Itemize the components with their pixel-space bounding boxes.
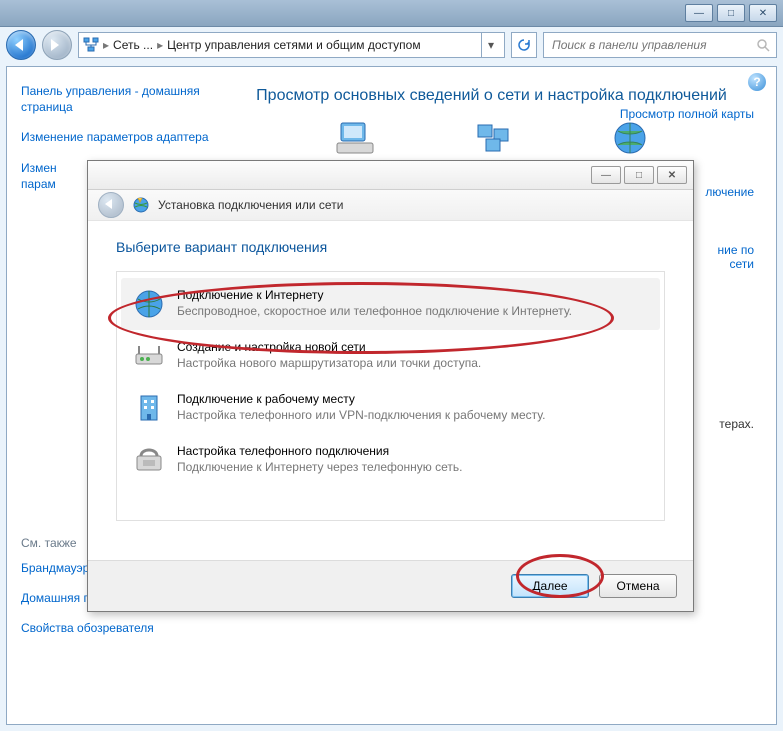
search-icon [756, 38, 770, 52]
option-subtitle: Беспроводное, скоростное или телефонное … [177, 304, 572, 318]
nav-forward-button[interactable] [42, 30, 72, 60]
wizard-dialog: — □ ✕ Установка подключения или сети Выб… [87, 160, 694, 612]
parent-close-button[interactable]: ✕ [749, 4, 777, 22]
search-box[interactable] [543, 32, 777, 58]
wizard-header: Установка подключения или сети [88, 190, 693, 221]
network-icon [83, 37, 99, 53]
option-connect-internet[interactable]: Подключение к Интернету Беспроводное, ск… [121, 278, 660, 330]
wizard-title: Установка подключения или сети [158, 198, 343, 212]
building-icon [133, 392, 165, 424]
option-subtitle: Подключение к Интернету через телефонную… [177, 460, 463, 474]
breadcrumb[interactable]: ▸ Сеть ... ▸ Центр управления сетями и о… [78, 32, 505, 58]
chevron-right-icon: ▸ [103, 38, 109, 52]
parent-titlebar: — □ ✕ [0, 0, 783, 27]
partial-link[interactable]: лючение [705, 185, 754, 199]
explorer-toolbar: ▸ Сеть ... ▸ Центр управления сетями и о… [6, 30, 777, 60]
network-devices-icon [474, 119, 514, 157]
sidebar-link-home[interactable]: Панель управления - домашняя страница [21, 83, 211, 115]
cancel-button[interactable]: Отмена [599, 574, 677, 598]
computer-icon [335, 119, 375, 157]
next-button[interactable]: Далее [511, 574, 589, 598]
parent-minimize-button[interactable]: — [685, 4, 713, 22]
router-icon [133, 340, 165, 372]
page-title: Просмотр основных сведений о сети и наст… [227, 87, 756, 105]
refresh-button[interactable] [511, 32, 537, 58]
option-subtitle: Настройка нового маршрутизатора или точк… [177, 356, 481, 370]
wizard-close-button[interactable]: ✕ [657, 166, 687, 184]
option-dialup[interactable]: Настройка телефонного подключения Подклю… [121, 434, 660, 486]
partial-link[interactable]: ние посети [717, 243, 754, 271]
wizard-heading: Выберите вариант подключения [116, 239, 665, 255]
wizard-titlebar: — □ ✕ [88, 161, 693, 190]
sidebar-link-adapter[interactable]: Изменение параметров адаптера [21, 129, 211, 145]
option-title: Настройка телефонного подключения [177, 444, 463, 458]
breadcrumb-item[interactable]: Центр управления сетями и общим доступом [167, 38, 421, 52]
wizard-body: Выберите вариант подключения Подключение… [88, 221, 693, 531]
view-full-map-link[interactable]: Просмотр полной карты [620, 107, 754, 121]
connection-options-list: Подключение к Интернету Беспроводное, ск… [116, 271, 665, 521]
sidebar-link-browser-props[interactable]: Свойства обозревателя [21, 620, 211, 636]
globe-icon [610, 119, 650, 157]
phone-modem-icon [133, 444, 165, 476]
nav-back-button[interactable] [6, 30, 36, 60]
option-title: Создание и настройка новой сети [177, 340, 481, 354]
partial-text: терах. [719, 417, 754, 431]
breadcrumb-item[interactable]: Сеть ... [113, 38, 153, 52]
network-setup-icon [132, 196, 150, 214]
parent-maximize-button[interactable]: □ [717, 4, 745, 22]
option-setup-network[interactable]: Создание и настройка новой сети Настройк… [121, 330, 660, 382]
option-title: Подключение к рабочему месту [177, 392, 545, 406]
search-input[interactable] [550, 37, 750, 53]
globe-icon [133, 288, 165, 320]
wizard-footer: Далее Отмена [88, 560, 693, 611]
option-subtitle: Настройка телефонного или VPN-подключени… [177, 408, 545, 422]
wizard-back-button[interactable] [98, 192, 124, 218]
breadcrumb-dropdown[interactable]: ▾ [481, 33, 500, 57]
wizard-maximize-button[interactable]: □ [624, 166, 654, 184]
option-connect-workplace[interactable]: Подключение к рабочему месту Настройка т… [121, 382, 660, 434]
wizard-minimize-button[interactable]: — [591, 166, 621, 184]
chevron-right-icon: ▸ [157, 38, 163, 52]
option-title: Подключение к Интернету [177, 288, 572, 302]
